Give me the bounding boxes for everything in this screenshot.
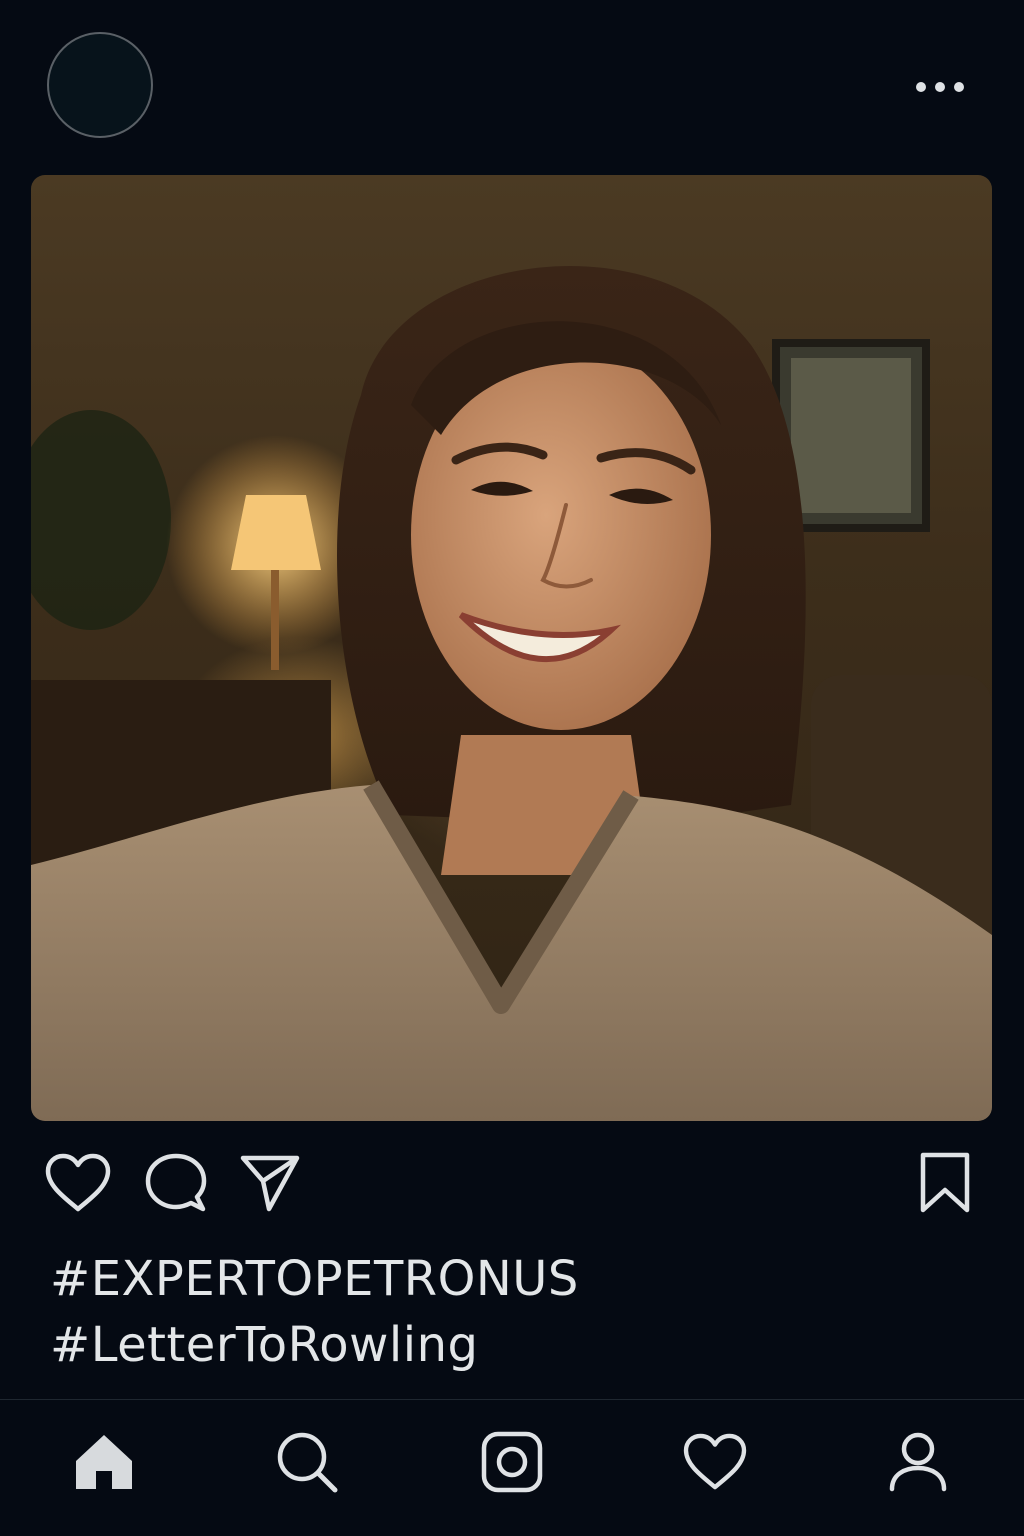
plant	[31, 410, 171, 630]
search-icon	[277, 1432, 338, 1493]
share-button[interactable]	[237, 1150, 303, 1216]
nav-home[interactable]	[64, 1422, 144, 1502]
more-options-button[interactable]	[908, 70, 972, 104]
nav-activity[interactable]	[675, 1422, 755, 1502]
comment-icon	[145, 1153, 207, 1212]
hashtag-link[interactable]: #EXPERTOPETRONUS	[50, 1246, 980, 1312]
post-photo[interactable]	[31, 175, 992, 1121]
comment-button[interactable]	[143, 1150, 209, 1216]
camera-icon	[481, 1431, 543, 1493]
bookmark-button[interactable]	[912, 1150, 978, 1216]
share-icon	[240, 1155, 300, 1212]
avatar[interactable]	[47, 32, 153, 138]
lamp-shade	[231, 495, 321, 570]
post-caption: #EXPERTOPETRONUS #LetterToRowling	[50, 1246, 980, 1378]
bottom-nav	[0, 1399, 1024, 1536]
more-icon-dot	[935, 82, 945, 92]
nav-search[interactable]	[267, 1422, 347, 1502]
more-icon	[916, 82, 926, 92]
home-icon	[76, 1435, 132, 1489]
nav-profile[interactable]	[878, 1422, 958, 1502]
more-icon-dot	[954, 82, 964, 92]
nav-create[interactable]	[472, 1422, 552, 1502]
like-button[interactable]	[45, 1150, 111, 1216]
post-screen: #EXPERTOPETRONUS #LetterToRowling	[0, 0, 1024, 1536]
photo-illustration	[31, 265, 992, 1121]
heart-icon	[45, 1153, 111, 1212]
post-actions	[0, 1150, 1024, 1220]
profile-icon	[889, 1432, 947, 1492]
lamp-stand	[271, 570, 279, 670]
heart-icon	[683, 1433, 747, 1490]
bookmark-icon	[920, 1152, 970, 1213]
hashtag-link[interactable]: #LetterToRowling	[50, 1312, 980, 1378]
